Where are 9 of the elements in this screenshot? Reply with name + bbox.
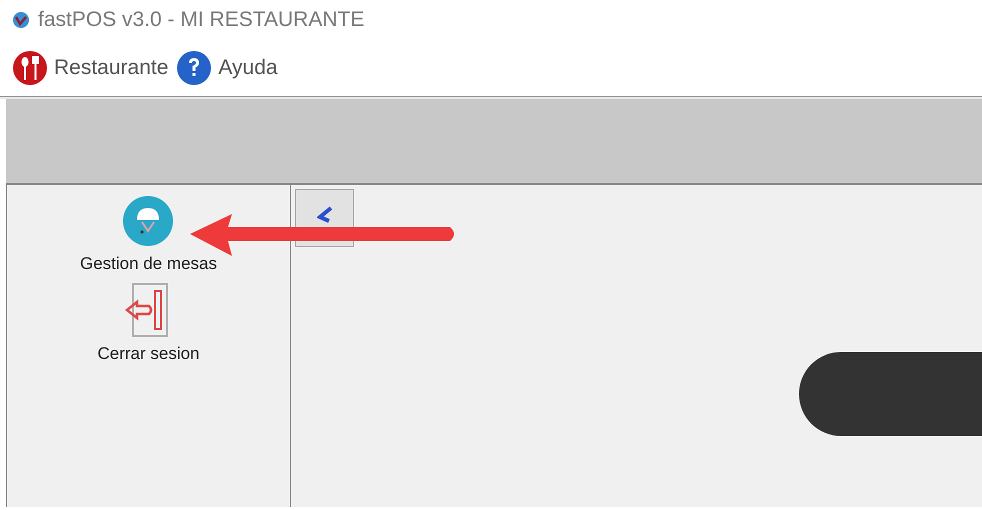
waiter-cloche-icon (122, 195, 174, 247)
chevron-left-icon (316, 206, 332, 224)
help-icon (176, 50, 212, 86)
sidebar-item[interactable]: Cerrar sesion (97, 282, 200, 366)
menu-item[interactable]: Restaurante (12, 50, 172, 86)
fork-spoon-icon (12, 50, 48, 86)
window-title: fastPOS v3.0 - MI RESTAURANTE (38, 7, 364, 34)
app-logo-icon (12, 11, 30, 29)
menu-item[interactable]: Ayuda (176, 50, 282, 86)
